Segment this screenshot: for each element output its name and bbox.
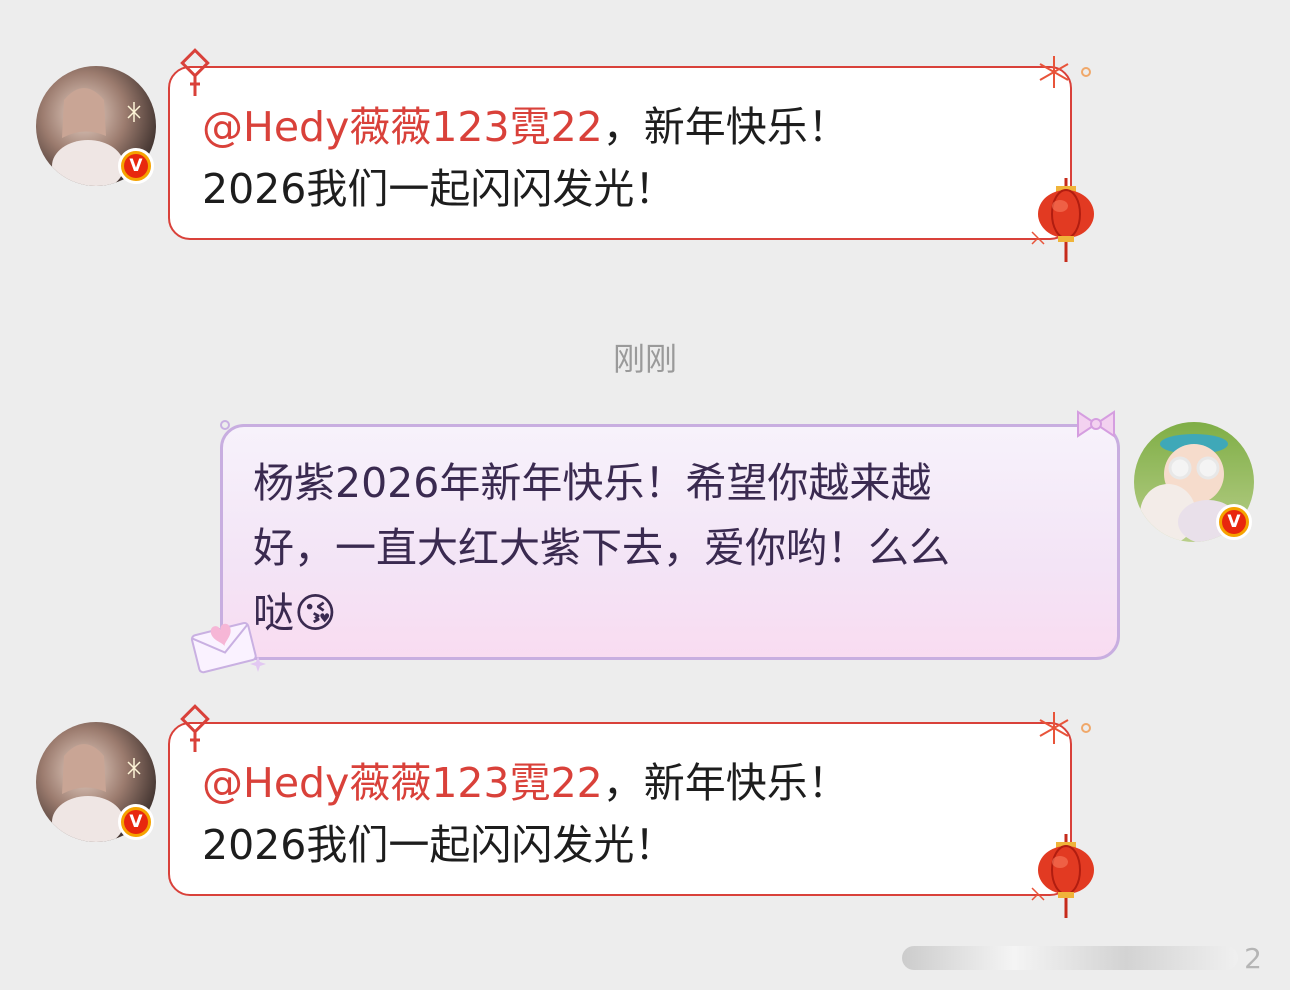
- message-line-2: 2026我们一起闪闪发光！: [202, 821, 676, 869]
- lantern-icon: [1031, 834, 1094, 918]
- message-line-1: @Hedy薇薇123霓22，新年快乐！: [202, 103, 849, 151]
- firework-icon: [1039, 712, 1091, 744]
- sender-avatar[interactable]: V: [36, 722, 156, 842]
- sender-avatar[interactable]: V: [36, 66, 156, 186]
- chinese-knot-icon: [180, 48, 210, 96]
- message-bubble[interactable]: @Hedy薇薇123霓22，新年快乐！ 2026我们一起闪闪发光！: [168, 66, 1072, 240]
- reply-bubble[interactable]: 杨紫2026年新年快乐！希望你越来越 好，一直大红大紫下去，爱你哟！么么 哒😘: [220, 424, 1120, 660]
- pager-strip: [902, 946, 1239, 970]
- reply-line-3: 哒😘: [253, 589, 337, 637]
- page-count: 2: [1244, 941, 1262, 975]
- image-pager: 2: [902, 938, 1262, 978]
- message-bubble[interactable]: @Hedy薇薇123霓22，新年快乐！ 2026我们一起闪闪发光！: [168, 722, 1072, 896]
- reply-line-2: 好，一直大红大紫下去，爱你哟！么么: [253, 524, 950, 572]
- verified-badge: V: [118, 804, 154, 840]
- mention-link[interactable]: @Hedy薇薇123霓22: [202, 759, 603, 807]
- mention-link[interactable]: @Hedy薇薇123霓22: [202, 103, 603, 151]
- chinese-knot-icon: [180, 704, 210, 752]
- envelope-icon: [190, 622, 266, 674]
- message-line-2: 2026我们一起闪闪发光！: [202, 165, 676, 213]
- my-avatar[interactable]: V: [1134, 422, 1254, 542]
- verified-badge: V: [1216, 504, 1252, 540]
- lantern-icon: [1031, 178, 1094, 262]
- timestamp: 刚刚: [612, 340, 677, 378]
- verified-badge: V: [118, 148, 154, 184]
- small-circle-icon: [220, 420, 230, 430]
- message-line-1: @Hedy薇薇123霓22，新年快乐！: [202, 759, 849, 807]
- bow-icon: [1077, 410, 1115, 438]
- reply-line-1: 杨紫2026年新年快乐！希望你越来越: [253, 459, 932, 507]
- firework-icon: [1039, 56, 1091, 88]
